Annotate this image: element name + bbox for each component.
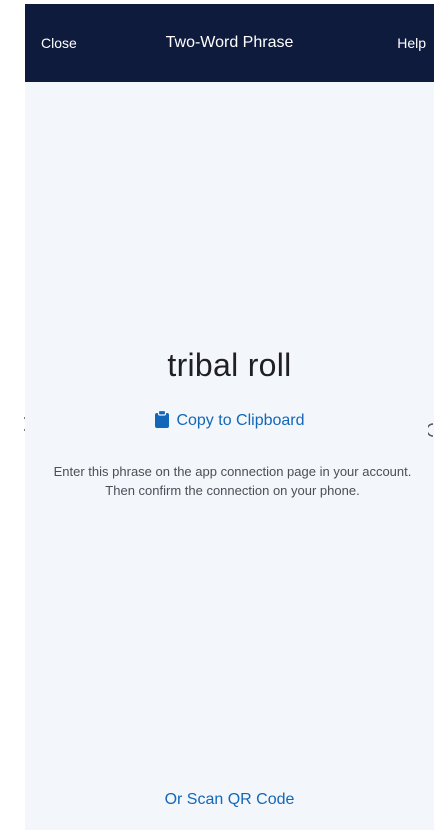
copy-to-clipboard-label: Copy to Clipboard [176, 412, 305, 429]
navigation-bar: Close Two-Word Phrase Help [25, 4, 434, 82]
copy-to-clipboard-button[interactable]: Copy to Clipboard [25, 409, 434, 433]
partial-edge-glyph-right [428, 422, 434, 438]
app-screen: Close Two-Word Phrase Help tribal roll C… [25, 4, 434, 830]
scan-qr-code-link[interactable]: Or Scan QR Code [25, 791, 434, 809]
help-button[interactable]: Help [397, 35, 426, 51]
clipboard-icon [154, 409, 170, 433]
page-title: Two-Word Phrase [165, 34, 294, 51]
instruction-text: Enter this phrase on the app connection … [53, 464, 412, 498]
two-word-phrase: tribal roll [167, 347, 292, 383]
